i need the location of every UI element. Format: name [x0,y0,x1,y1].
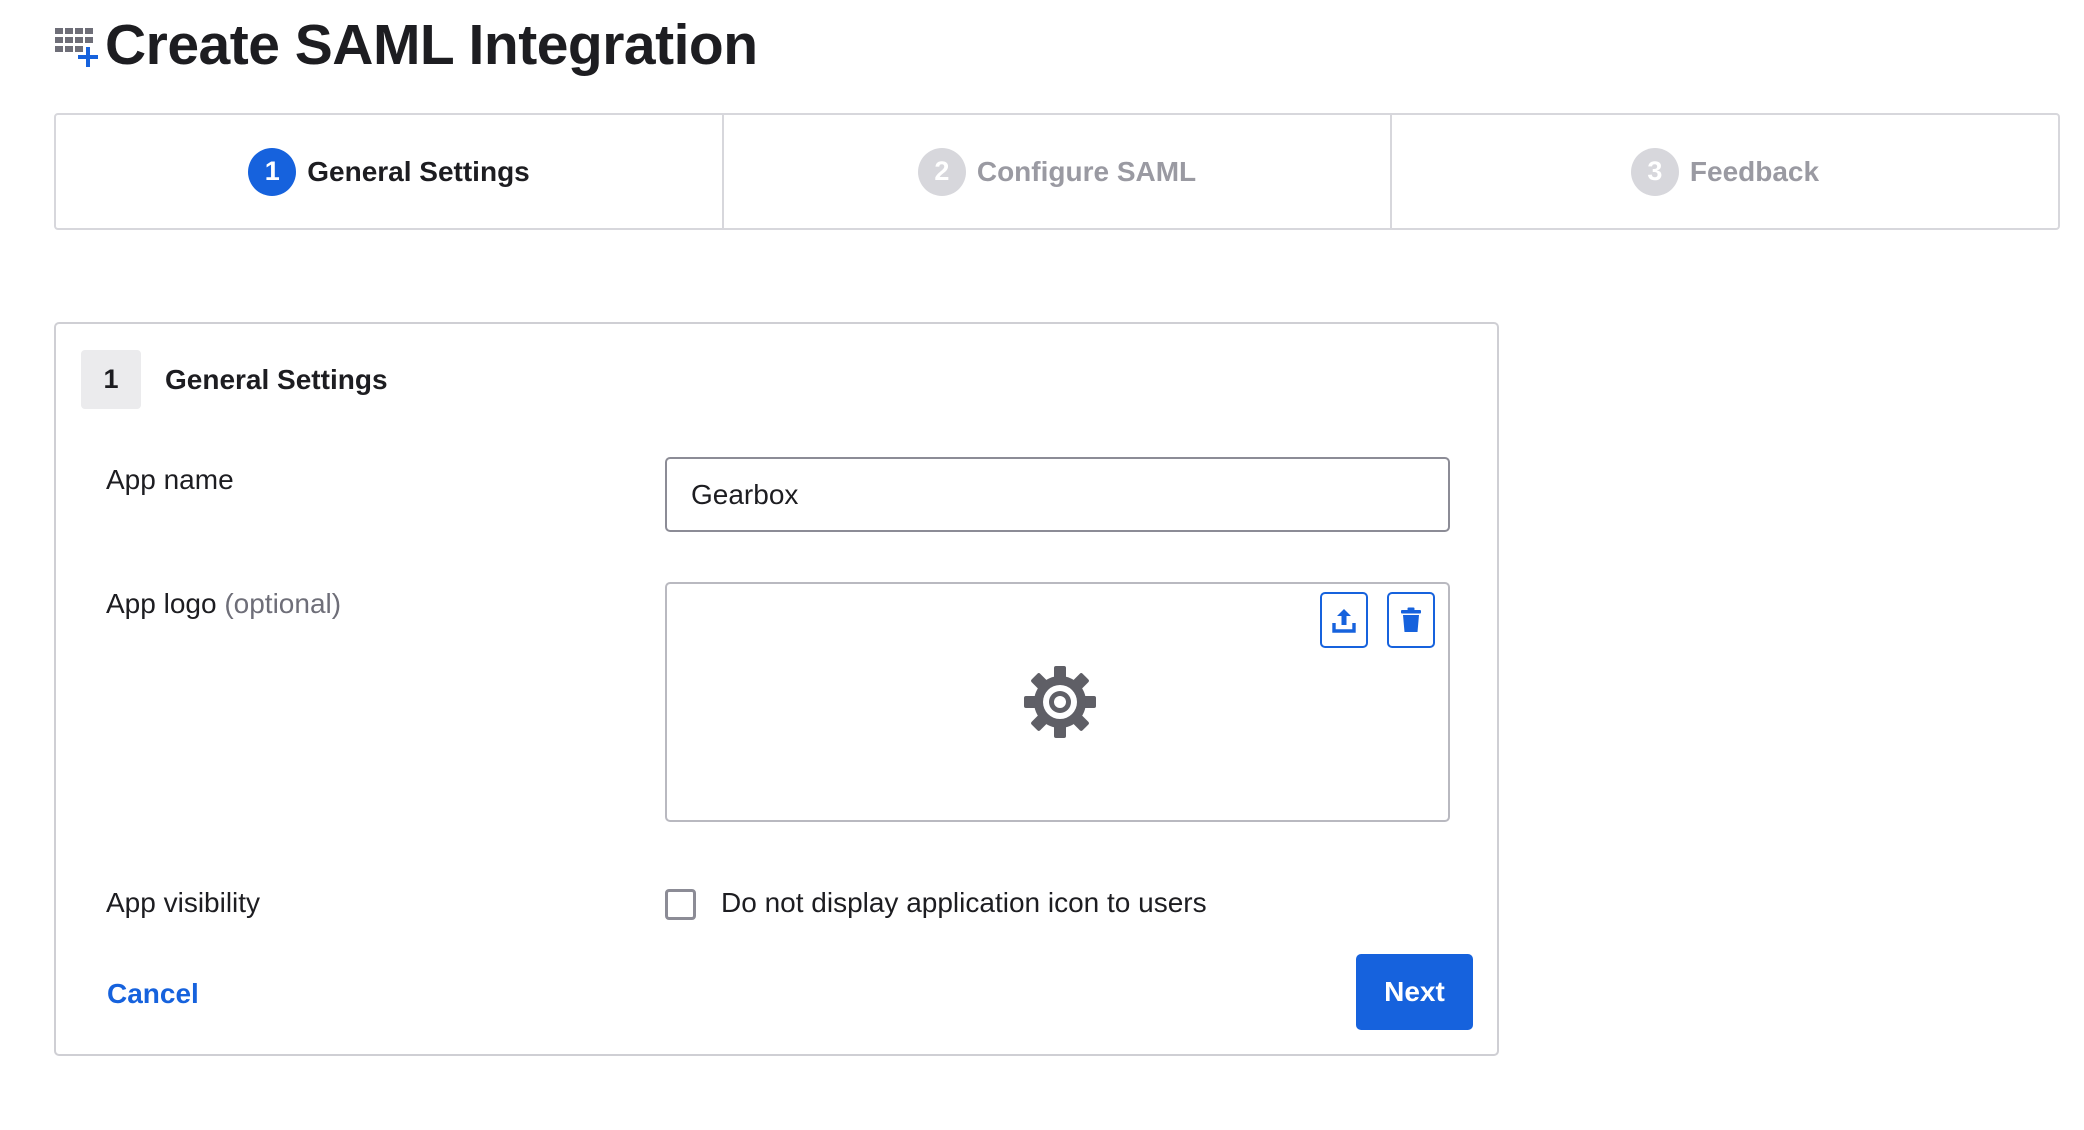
hide-icon-checkbox[interactable] [665,889,696,920]
app-logo-label: App logo (optional) [106,588,341,620]
step-number: 3 [1630,147,1679,196]
section-number-badge: 1 [81,350,141,409]
cancel-link[interactable]: Cancel [107,978,199,1010]
page-header: Create SAML Integration [53,13,758,77]
step-label: Configure SAML [976,155,1197,187]
general-settings-card: 1 General Settings App name App logo (op… [54,322,1499,1056]
wizard-stepper: 1 General Settings 2 Configure SAML 3 Fe… [54,113,2060,230]
upload-logo-button[interactable] [1320,592,1368,648]
step-general-settings[interactable]: 1 General Settings [56,115,724,228]
upload-icon [1332,609,1356,633]
trash-icon [1401,607,1421,632]
page-title: Create SAML Integration [105,13,758,77]
app-logo-label-text: App logo [106,588,217,619]
gear-icon [1024,666,1096,738]
section-title: General Settings [165,363,388,395]
card-header: 1 General Settings [81,350,388,409]
app-name-label: App name [106,464,234,495]
app-add-icon [53,22,99,68]
step-number: 2 [917,147,966,196]
optional-hint: (optional) [224,588,342,619]
step-label: Feedback [1689,155,1820,187]
step-label: General Settings [307,155,530,187]
step-number: 1 [248,147,297,196]
app-visibility-label: App visibility [106,887,261,918]
app-logo-dropzone[interactable] [665,582,1450,822]
delete-logo-button[interactable] [1387,592,1435,648]
step-feedback[interactable]: 3 Feedback [1392,115,2058,228]
step-configure-saml[interactable]: 2 Configure SAML [724,115,1392,228]
next-button[interactable]: Next [1356,954,1473,1030]
app-name-input[interactable] [665,457,1450,532]
hide-icon-checkbox-label[interactable]: Do not display application icon to users [721,887,1207,919]
